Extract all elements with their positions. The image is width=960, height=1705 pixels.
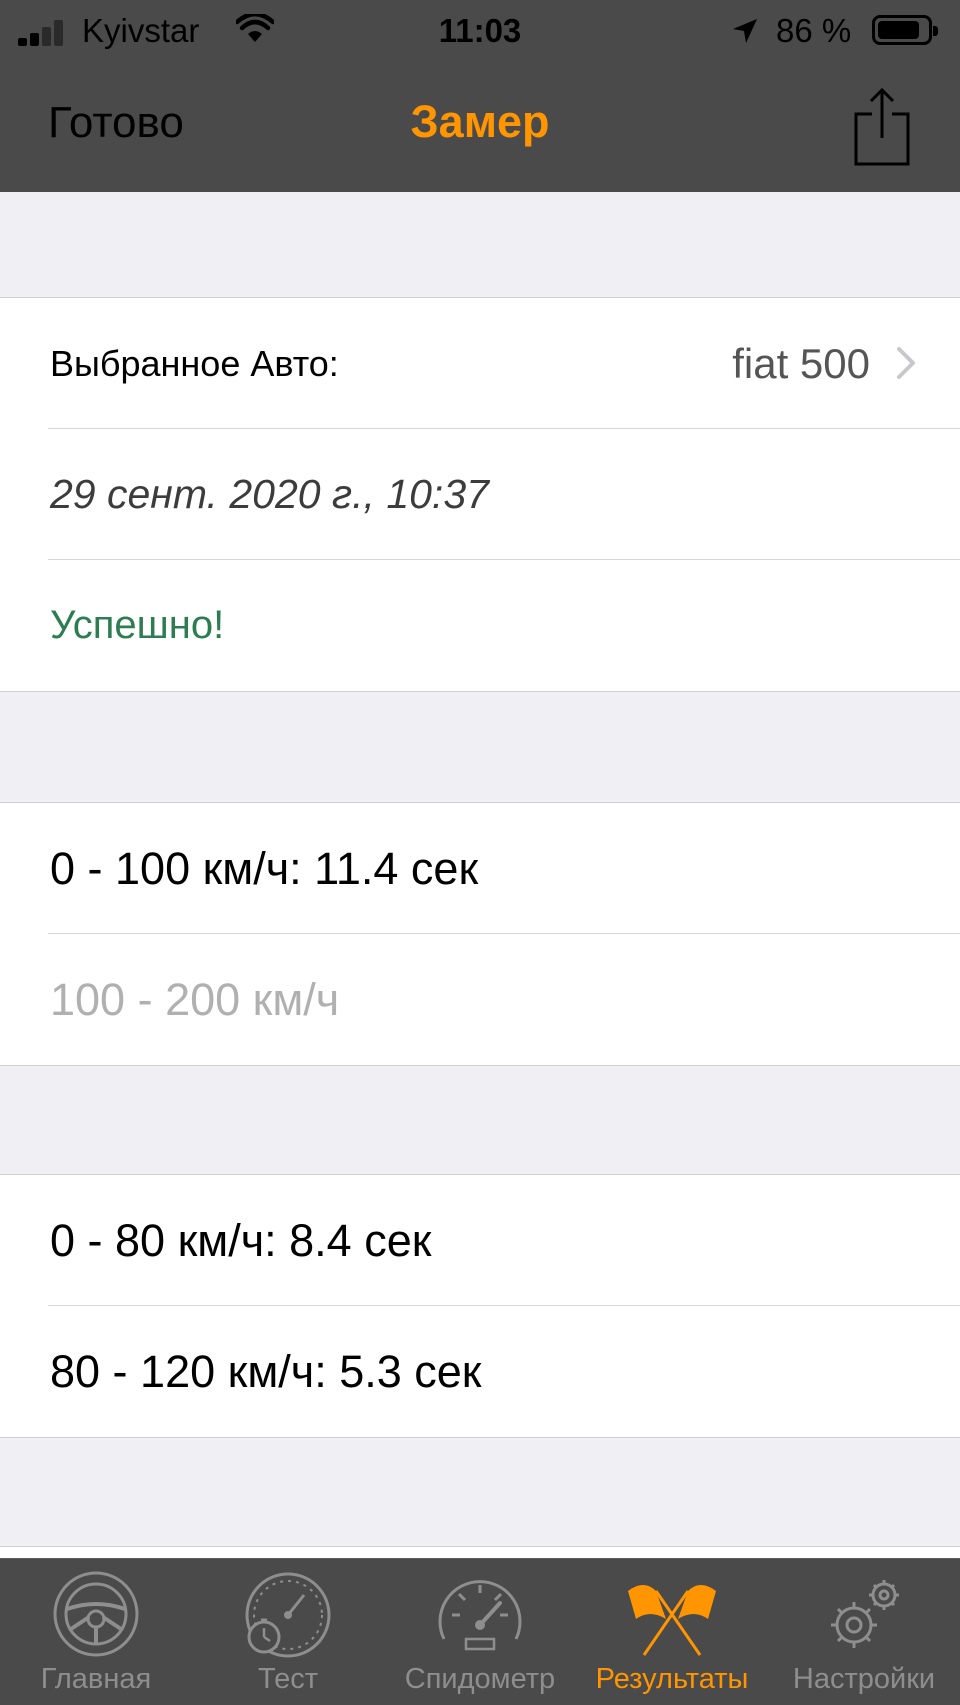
result-row: 0 - 80 км/ч: 8.4 сек: [0, 1175, 960, 1306]
tab-label: Спидометр: [404, 1663, 556, 1695]
result-row: 0 - 100 км/ч: 11.4 сек: [0, 803, 960, 934]
location-arrow-icon: [733, 19, 757, 43]
selected-car-row[interactable]: Выбранное Авто: fiat 500: [0, 298, 960, 429]
navigation-bar: Kyivstar 11:03 86 % Готово Замер: [0, 0, 960, 192]
battery-percent: 86 %: [776, 12, 852, 49]
tab-bar: Главная Тест Спидометр Результаты Настро…: [0, 1558, 960, 1705]
tab-label: Результаты: [595, 1663, 749, 1695]
battery-icon: [872, 15, 938, 45]
result-text: 80 - 120 км/ч: 5.3 сек: [50, 1346, 482, 1397]
stopwatch-gauge-icon: [245, 1572, 331, 1658]
measurement-date: 29 сент. 2020 г., 10:37: [50, 471, 489, 517]
result-row: 100 - 200 км/ч: [0, 934, 960, 1065]
result-text: 0 - 80 км/ч: 8.4 сек: [50, 1215, 432, 1266]
share-icon[interactable]: [852, 86, 912, 166]
crossed-flags-icon: [628, 1585, 716, 1656]
page-title: Замер: [410, 96, 550, 147]
speedometer-icon: [438, 1580, 522, 1651]
status-bar: Kyivstar 11:03 86 %: [0, 0, 960, 64]
tab-label: Настройки: [792, 1663, 936, 1695]
result-text: 0 - 100 км/ч: 11.4 сек: [50, 843, 479, 894]
tab-home[interactable]: Главная: [0, 1559, 192, 1705]
measurement-status-row: Успешно!: [0, 560, 960, 691]
result-text: 100 - 200 км/ч: [50, 974, 340, 1025]
tab-test[interactable]: Тест: [192, 1559, 384, 1705]
measurement-info-group: Выбранное Авто: fiat 500 29 сент. 2020 г…: [0, 297, 960, 692]
tab-label: Главная: [40, 1663, 152, 1695]
tab-label: Тест: [258, 1663, 318, 1695]
results-group-80: 0 - 80 км/ч: 8.4 сек 80 - 120 км/ч: 5.3 …: [0, 1174, 960, 1438]
results-group-100: 0 - 100 км/ч: 11.4 сек 100 - 200 км/ч: [0, 802, 960, 1066]
status-text: Успешно!: [50, 603, 225, 647]
selected-car-value: fiat 500: [732, 340, 870, 387]
steering-wheel-icon: [53, 1571, 139, 1657]
chevron-right-icon: [897, 347, 915, 379]
measurement-date-row: 29 сент. 2020 г., 10:37: [0, 429, 960, 560]
gears-icon: [831, 1580, 899, 1648]
result-row: 80 - 120 км/ч: 5.3 сек: [0, 1306, 960, 1437]
tab-results[interactable]: Результаты: [576, 1559, 768, 1705]
tab-settings[interactable]: Настройки: [768, 1559, 960, 1705]
selected-car-label: Выбранное Авто:: [50, 343, 339, 384]
tab-speedometer[interactable]: Спидометр: [384, 1559, 576, 1705]
